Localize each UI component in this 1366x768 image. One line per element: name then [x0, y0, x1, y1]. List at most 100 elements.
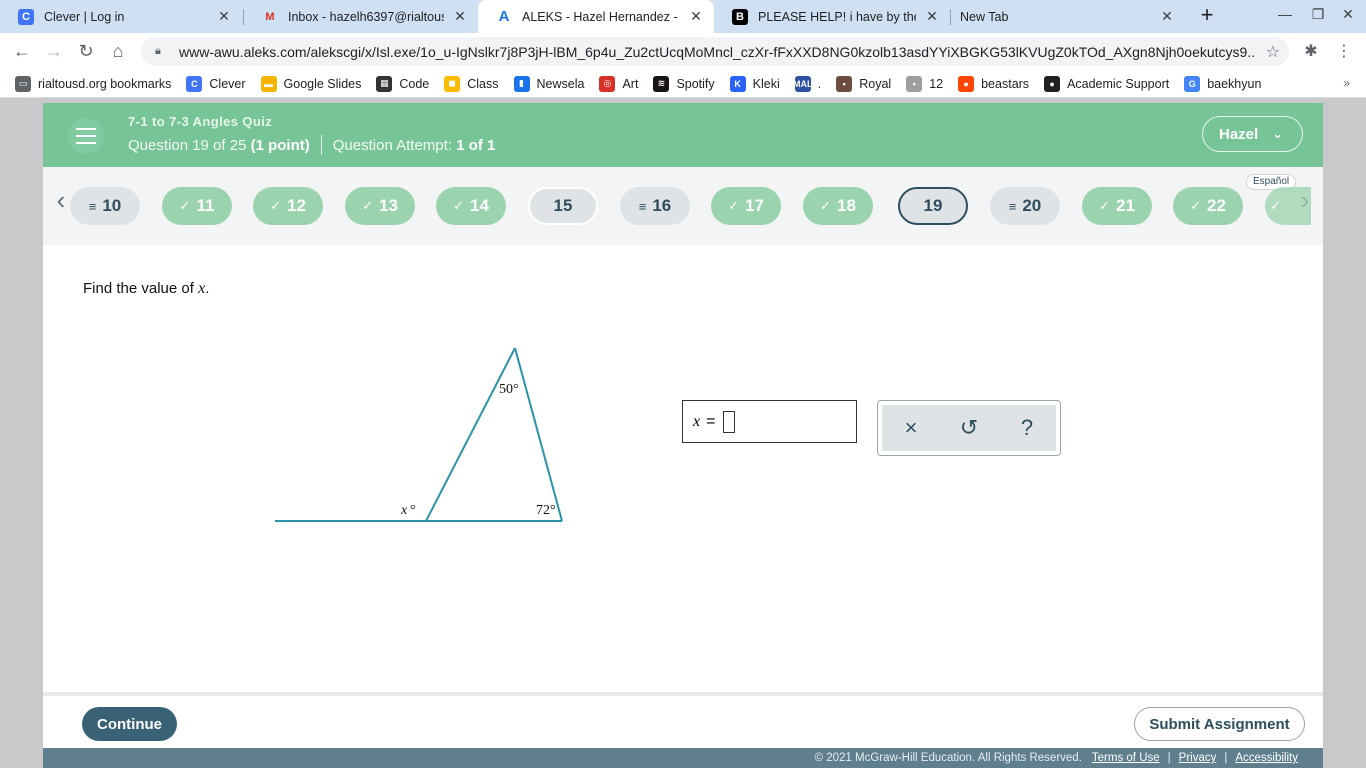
browser-tab-clever[interactable]: C Clever | Log in ✕	[0, 0, 242, 33]
close-icon[interactable]: ✕	[216, 8, 232, 25]
angle-x-degree: °	[410, 503, 416, 518]
chevron-left-icon[interactable]: ‹	[51, 185, 71, 216]
question-pill-16[interactable]: ≡ 16	[620, 187, 690, 225]
bookmark-reddit[interactable]: ● beastars	[958, 75, 1030, 92]
bookmark-folder[interactable]: ▭ rialtousd.org bookmarks	[15, 75, 171, 92]
question-pill-12[interactable]: ✓ 12	[253, 187, 323, 225]
window-close-icon[interactable]: ✕	[1336, 6, 1360, 23]
new-tab-icon[interactable]: +	[1195, 4, 1219, 28]
browser-toolbar: ← → ↻ ⌂ 🔒︎ www-awu.aleks.com/alekscgi/x/…	[0, 33, 1366, 70]
question-pill-14[interactable]: ✓ 14	[436, 187, 506, 225]
continue-button[interactable]: Continue	[82, 707, 177, 741]
question-info: Question 19 of 25 (1 point) Question Att…	[128, 135, 495, 155]
bookmark-spotify[interactable]: ≋ Spotify	[653, 75, 715, 92]
checkmark-icon: ✓	[1099, 198, 1110, 213]
submit-assignment-button[interactable]: Submit Assignment	[1134, 707, 1305, 741]
privacy-link[interactable]: Privacy	[1179, 752, 1217, 764]
bookmark-mal[interactable]: MAL.	[793, 75, 821, 92]
question-number: 21	[1115, 196, 1135, 215]
bookmark-newsela[interactable]: ▮ Newsela	[513, 75, 585, 92]
question-number: 10	[102, 196, 122, 215]
close-icon[interactable]: ✕	[924, 8, 940, 25]
bookmarks-bar: ▭ rialtousd.org bookmarks C Clever ▬ Google S…	[0, 70, 1366, 98]
bookmark-star-icon[interactable]: ☆	[1266, 42, 1280, 62]
help-icon[interactable]: ?	[1012, 415, 1042, 441]
copyright-text: © 2021 McGraw-Hill Education. All Rights…	[814, 752, 1082, 764]
bookmark-art[interactable]: ◎ Art	[599, 75, 639, 92]
academic-support-icon: ●	[1044, 75, 1061, 92]
restore-icon[interactable]: ❐	[1306, 6, 1330, 23]
question-pill-20[interactable]: ≡ 20	[990, 187, 1060, 225]
question-pill-11[interactable]: ✓ 11	[162, 187, 232, 225]
reload-icon[interactable]: ↻	[75, 40, 97, 62]
bookmark-label: Clever	[209, 76, 246, 91]
bookmark-label: beastars	[981, 76, 1030, 91]
answer-variable: x	[693, 412, 701, 430]
checkmark-icon: ✓	[820, 198, 831, 213]
extensions-icon[interactable]: ✱	[1300, 41, 1322, 61]
bookmark-slides[interactable]: ▬ Google Slides	[260, 75, 361, 92]
bookmark-label: Newsela	[536, 76, 585, 91]
close-icon[interactable]: ✕	[452, 8, 468, 25]
tab-title: Inbox - hazelh6397@rialtousd.o	[288, 9, 444, 24]
question-pill-17[interactable]: ✓ 17	[711, 187, 781, 225]
answer-input[interactable]: x =	[682, 400, 857, 443]
question-number: 12	[286, 196, 306, 215]
back-icon[interactable]: ←	[11, 40, 33, 62]
bookmark-clever[interactable]: C Clever	[186, 75, 246, 92]
bookmark-academic-support[interactable]: ● Academic Support	[1044, 75, 1170, 92]
question-pill-10[interactable]: ≡ 10	[70, 187, 140, 225]
close-icon[interactable]: ✕	[688, 8, 704, 25]
attempt-value: 1 of 1	[456, 136, 496, 154]
forward-icon[interactable]: →	[43, 40, 65, 62]
menu-dots-icon[interactable]: ⋮	[1333, 41, 1355, 61]
browser-tab-new[interactable]: New Tab ✕	[950, 0, 1185, 33]
bookmark-class[interactable]: ◼ Class	[444, 75, 499, 92]
bookmark-label: Art	[622, 76, 639, 91]
checkmark-icon: ✓	[270, 198, 281, 213]
answer-field[interactable]	[723, 410, 736, 433]
question-pill-18[interactable]: ✓ 18	[803, 187, 873, 225]
question-pill-19[interactable]: 19	[898, 187, 968, 225]
lines-icon: ≡	[88, 198, 97, 214]
question-pill-15[interactable]: 15	[528, 187, 598, 225]
bookmark-twelve[interactable]: ▪ 12	[906, 75, 943, 92]
home-icon[interactable]: ⌂	[107, 40, 129, 62]
bookmark-label: Royal	[859, 76, 892, 91]
bookmark-code[interactable]: ▦ Code	[376, 75, 430, 92]
bookmark-kleki[interactable]: K Kleki	[729, 75, 780, 92]
class-icon: ◼	[444, 75, 461, 92]
question-pill-13[interactable]: ✓ 13	[345, 187, 415, 225]
question-pill-21[interactable]: ✓ 21	[1082, 187, 1152, 225]
browser-tab-brainly[interactable]: B PLEASE HELP! i have by the enc ✕	[714, 0, 950, 33]
question-pill-23[interactable]: ✓23	[1265, 187, 1311, 225]
bookmark-google[interactable]: Gbaekhyun	[1184, 75, 1261, 92]
bookmark-label: Academic Support	[1067, 76, 1170, 91]
tab-title: New Tab	[960, 9, 1009, 24]
bookmarks-overflow-icon[interactable]: »	[1343, 76, 1350, 90]
clear-icon[interactable]: ×	[896, 415, 926, 441]
lines-icon: ≡	[638, 198, 647, 214]
bookmark-royal[interactable]: ▪ Royal	[836, 75, 892, 92]
bookmark-label: Code	[399, 76, 430, 91]
close-icon[interactable]: ✕	[1159, 8, 1175, 25]
terms-link[interactable]: Terms of Use	[1092, 752, 1160, 764]
question-number: 17	[744, 196, 764, 215]
checkmark-icon: ✓	[179, 198, 191, 213]
browser-tab-gmail[interactable]: M Inbox - hazelh6397@rialtousd.o ✕	[244, 0, 478, 33]
aleks-page: 7-1 to 7-3 Angles Quiz Question 19 of 25…	[43, 103, 1323, 768]
undo-icon[interactable]: ↺	[954, 415, 984, 441]
lock-icon: 🔒︎	[155, 45, 161, 57]
triangle-figure: 50° x ° 72°	[275, 347, 563, 522]
divider	[320, 135, 322, 155]
minimize-icon[interactable]: —	[1273, 6, 1297, 22]
art-icon: ◎	[599, 75, 616, 92]
accessibility-link[interactable]: Accessibility	[1235, 752, 1298, 764]
bookmark-label: Kleki	[752, 76, 780, 91]
page-footer: Continue Submit Assignment	[43, 692, 1323, 748]
browser-tab-aleks[interactable]: A ALEKS - Hazel Hernandez - 7-1 t ✕	[478, 0, 714, 33]
question-pill-22[interactable]: ✓ 22	[1173, 187, 1243, 225]
user-menu-button[interactable]: Hazel ⌄	[1202, 116, 1303, 152]
address-bar[interactable]: 🔒︎ www-awu.aleks.com/alekscgi/x/Isl.exe/…	[141, 37, 1289, 66]
hamburger-menu-icon[interactable]	[68, 118, 104, 154]
